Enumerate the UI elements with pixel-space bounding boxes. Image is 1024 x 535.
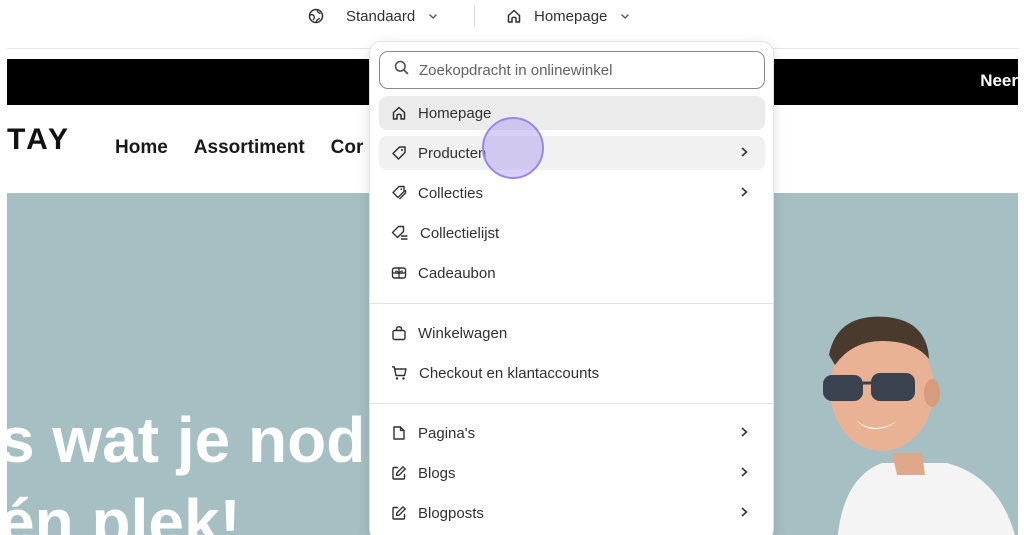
edit-icon bbox=[391, 465, 407, 481]
menu-item-blogs[interactable]: Blogs bbox=[379, 456, 765, 490]
home-icon bbox=[391, 105, 407, 121]
home-icon bbox=[506, 8, 522, 24]
page-selector[interactable]: Homepage bbox=[506, 5, 631, 27]
gift-card-icon bbox=[391, 265, 407, 281]
menu-item-label: Producten bbox=[418, 144, 487, 162]
menu-item-homepage[interactable]: Homepage bbox=[379, 96, 765, 130]
chevron-right-icon bbox=[737, 425, 751, 439]
menu-item-label: Homepage bbox=[418, 104, 492, 122]
cart-icon bbox=[391, 365, 408, 381]
page-icon bbox=[391, 425, 407, 441]
hero-heading-line1: s wat je nod bbox=[7, 404, 366, 476]
theme-selector[interactable]: Standaard bbox=[308, 5, 439, 27]
menu-item-checkout[interactable]: Checkout en klantaccounts bbox=[379, 356, 765, 390]
menu-item-blogposts[interactable]: Blogposts bbox=[379, 496, 765, 530]
menu-item-label: Cadeaubon bbox=[418, 264, 496, 282]
hero-heading-line2: én plek! bbox=[7, 486, 241, 535]
chevron-down-icon bbox=[427, 10, 439, 22]
menu-item-label: Collecties bbox=[418, 184, 484, 202]
menu-item-collectielijst[interactable]: Collectielijst bbox=[379, 216, 765, 250]
menu-separator bbox=[370, 403, 773, 404]
nav-contact[interactable]: Cor bbox=[331, 137, 364, 159]
menu-item-producten[interactable]: Producten bbox=[379, 136, 765, 170]
menu-item-label: Blogposts bbox=[418, 504, 484, 522]
tag-list-icon bbox=[391, 225, 409, 241]
search-placeholder: Zoekopdracht in onlinewinkel bbox=[419, 61, 613, 79]
menu-item-label: Pagina's bbox=[418, 424, 476, 442]
page-picker-dropdown: Zoekopdracht in onlinewinkel Homepage Pr… bbox=[369, 41, 774, 535]
nav-assortiment[interactable]: Assortiment bbox=[194, 137, 305, 159]
edit-icon bbox=[391, 505, 407, 521]
bag-icon bbox=[391, 325, 407, 341]
topbar-divider bbox=[474, 6, 475, 26]
theme-label: Standaard bbox=[346, 7, 416, 25]
chevron-right-icon bbox=[737, 465, 751, 479]
store-nav: Home Assortiment Cor bbox=[115, 137, 363, 159]
chevron-down-icon bbox=[619, 10, 631, 22]
chevron-right-icon bbox=[737, 505, 751, 519]
nav-home[interactable]: Home bbox=[115, 137, 168, 159]
menu-item-label: Checkout en klantaccounts bbox=[419, 364, 600, 382]
menu-item-label: Blogs bbox=[418, 464, 456, 482]
tag-icon bbox=[391, 145, 407, 161]
chevron-right-icon bbox=[737, 145, 751, 159]
search-field[interactable]: Zoekopdracht in onlinewinkel bbox=[379, 51, 765, 89]
globe-icon bbox=[308, 8, 324, 24]
menu-separator bbox=[370, 303, 773, 304]
editor-top-bar: Standaard Homepage bbox=[0, 0, 1024, 34]
tags-icon bbox=[391, 185, 407, 201]
menu-item-label: Winkelwagen bbox=[418, 324, 508, 342]
announcement-text: Neer bbox=[980, 71, 1018, 90]
menu-item-winkelwagen[interactable]: Winkelwagen bbox=[379, 316, 765, 350]
hero-person-image bbox=[823, 316, 1015, 535]
cursor-highlight bbox=[482, 117, 544, 179]
menu-item-cadeaubon[interactable]: Cadeaubon bbox=[379, 256, 765, 290]
chevron-right-icon bbox=[737, 185, 751, 199]
menu-item-paginas[interactable]: Pagina's bbox=[379, 416, 765, 450]
editor-screen: Standaard Homepage Neer TAY Home Assorti… bbox=[0, 0, 1024, 535]
menu-item-collecties[interactable]: Collecties bbox=[379, 176, 765, 210]
menu-item-label: Collectielijst bbox=[420, 224, 500, 242]
search-icon bbox=[394, 60, 409, 80]
store-logo: TAY bbox=[7, 123, 72, 156]
page-label: Homepage bbox=[534, 7, 608, 25]
